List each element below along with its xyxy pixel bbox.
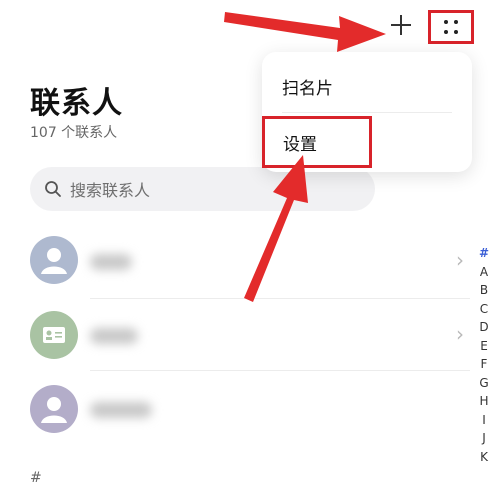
person-avatar-icon: [30, 385, 78, 433]
contact-name-blurred: [90, 402, 152, 418]
more-options-button[interactable]: [428, 10, 474, 44]
index-letter[interactable]: D: [479, 318, 488, 337]
index-letter[interactable]: #: [479, 244, 489, 263]
contact-name-blurred: [90, 254, 132, 270]
search-icon: [45, 181, 61, 197]
page-title: 联系人: [30, 86, 123, 121]
contact-row[interactable]: [30, 311, 78, 359]
overflow-menu: 扫名片 设置: [262, 52, 472, 172]
index-letter[interactable]: J: [482, 429, 486, 448]
index-letter[interactable]: H: [479, 392, 488, 411]
row-divider: [90, 370, 470, 371]
contact-row[interactable]: [30, 236, 78, 284]
contact-name-blurred: [90, 328, 138, 344]
menu-item-settings-label: 设置: [283, 134, 317, 155]
index-letter[interactable]: G: [479, 374, 488, 393]
search-placeholder: 搜索联系人: [70, 181, 151, 200]
arrow-to-plus: [224, 12, 386, 52]
index-letter[interactable]: K: [480, 448, 488, 467]
search-input[interactable]: 搜索联系人: [30, 167, 375, 211]
index-letter[interactable]: E: [480, 337, 488, 356]
row-divider: [90, 298, 470, 299]
index-letter[interactable]: C: [480, 300, 488, 319]
menu-item-scan-card[interactable]: 扫名片: [282, 74, 333, 99]
plus-icon: [391, 15, 411, 35]
index-letter[interactable]: F: [481, 355, 488, 374]
menu-divider: [282, 112, 452, 113]
contact-row[interactable]: [30, 385, 78, 433]
section-header: #: [30, 470, 42, 486]
index-letter[interactable]: I: [482, 411, 486, 430]
person-avatar-icon: [30, 236, 78, 284]
chevron-right-icon: ›: [456, 322, 464, 346]
index-letter[interactable]: A: [480, 263, 488, 282]
chevron-right-icon: ›: [456, 248, 464, 272]
index-letter[interactable]: B: [480, 281, 488, 300]
card-avatar-icon: [30, 311, 78, 359]
add-contact-button[interactable]: [386, 10, 416, 40]
contact-count: 107 个联系人: [30, 125, 118, 141]
alphabet-index[interactable]: # A B C D E F G H I J K: [475, 244, 493, 466]
menu-item-settings[interactable]: 设置: [262, 116, 372, 168]
more-dots-icon: [442, 19, 460, 35]
